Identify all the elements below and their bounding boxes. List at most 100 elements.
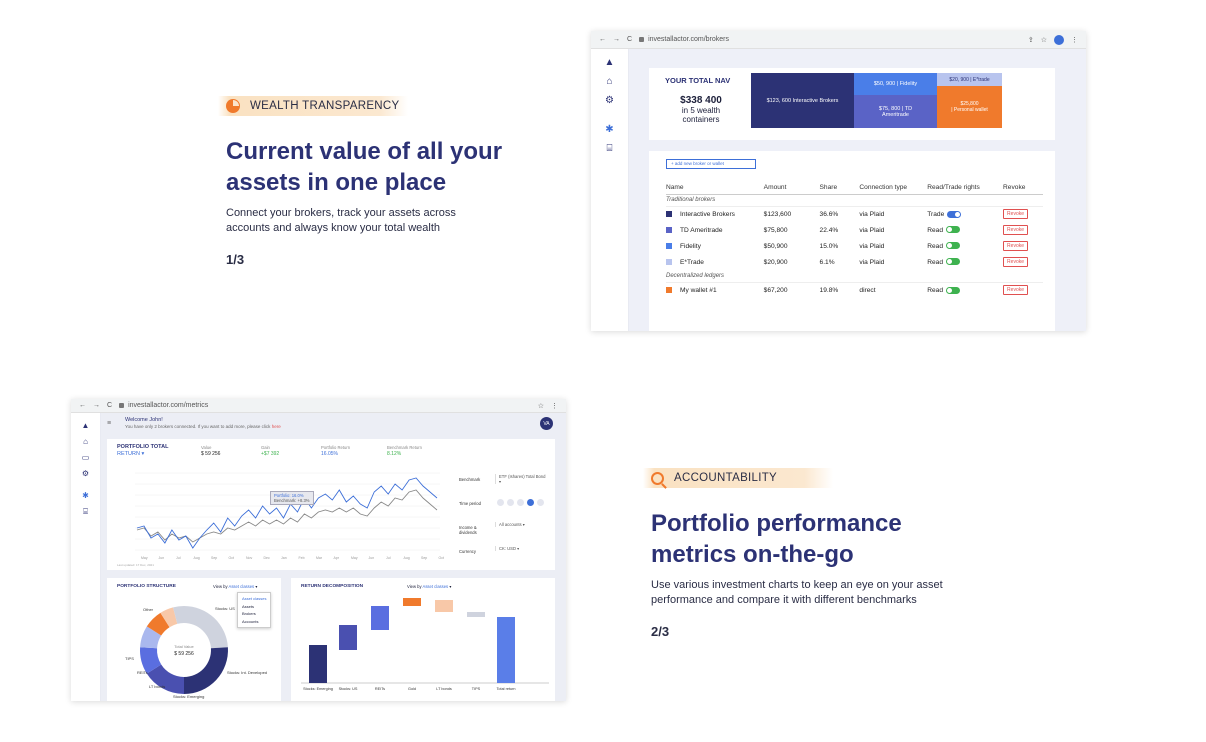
- chart-control[interactable]: Time period: [459, 497, 549, 511]
- chart-control[interactable]: Currency CK: USD ▾: [459, 545, 549, 559]
- settings-icon[interactable]: ⚙: [605, 95, 614, 106]
- nav-subtitle: in 5 wealth: [681, 106, 721, 115]
- revoke-cell: Revoke: [1003, 206, 1043, 222]
- performance-line-chart[interactable]: May Jun Jul Aug Sep Oct Nov Dec Jan Feb Mar Apr May J…: [115, 463, 445, 568]
- chart-control[interactable]: Income & dividends All accounts ▾: [459, 521, 549, 535]
- share-cell: 36.6%: [819, 210, 839, 218]
- logo-icon[interactable]: ▲: [82, 421, 90, 430]
- revoke-button[interactable]: Revoke: [1003, 209, 1028, 220]
- dropdown-value: RETURN: [117, 451, 140, 457]
- control-value: All accounts ▾: [495, 522, 547, 527]
- donut-segment: [184, 606, 228, 649]
- back-icon[interactable]: ←: [599, 36, 606, 43]
- section-row: Decentralized ledgers: [666, 270, 1043, 283]
- view-by-value: Asset classes: [228, 584, 255, 589]
- forward-icon[interactable]: →: [93, 402, 100, 409]
- return-dropdown[interactable]: RETURN ▾: [117, 451, 144, 457]
- treemap-interactive-brokers[interactable]: $123, 600 Interactive Brokers: [751, 73, 854, 128]
- section-label: Traditional brokers: [666, 194, 1043, 207]
- return-waterfall-chart[interactable]: Stocks: Emerging Stocks: US REITs Gold LT bo…: [291, 590, 555, 701]
- table-row[interactable]: Interactive Brokers $123,600 36.6% via Plai…: [666, 206, 1043, 222]
- kpi-item: Value $ 59 256: [201, 445, 220, 457]
- rights-toggle[interactable]: [946, 286, 961, 294]
- user-avatar[interactable]: VA: [540, 417, 553, 430]
- period-option[interactable]: [537, 499, 544, 506]
- revoke-button[interactable]: Revoke: [1003, 225, 1028, 235]
- address-bar[interactable]: investallactor.com/brokers: [639, 36, 1021, 43]
- table-row[interactable]: E*Trade $20,900 6.1% via Plaid Read Revoke: [666, 254, 1043, 270]
- table-row[interactable]: Fidelity $50,900 15.0% via Plaid Read Revoke: [666, 238, 1043, 254]
- period-option[interactable]: [527, 499, 534, 506]
- add-broker-button[interactable]: + add new broker or wallet: [666, 159, 756, 169]
- bank-icon[interactable]: ⌸: [607, 143, 613, 154]
- menu-icon[interactable]: ⋮: [1071, 36, 1078, 44]
- view-by[interactable]: View by Asset classes ▾: [407, 584, 451, 589]
- back-icon[interactable]: ←: [79, 402, 86, 409]
- structure-donut-chart[interactable]: Total Value $ 59 256 Other Stocks: US Stocks…: [107, 590, 281, 700]
- x-tick-label: Dec: [264, 556, 270, 560]
- pie-chart-icon: [226, 99, 240, 113]
- view-by[interactable]: View by Asset classes ▾: [213, 584, 257, 589]
- menu-icon[interactable]: ⋮: [551, 402, 558, 410]
- treemap-fidelity[interactable]: $50, 900 | Fidelity: [854, 73, 937, 95]
- revoke-button[interactable]: Revoke: [1003, 241, 1028, 251]
- kpi-label: Portfolio Return: [321, 445, 351, 450]
- tag-label: WEALTH TRANSPARENCY: [250, 100, 400, 112]
- treemap-etrade[interactable]: $20, 900 | E*trade: [937, 73, 1002, 86]
- asterisk-icon[interactable]: ✱: [82, 491, 89, 500]
- rights-label: Trade: [927, 210, 945, 218]
- treemap-td-ameritrade[interactable]: $75, 800 | TD Ameritrade: [854, 95, 937, 128]
- desc-line: Connect your brokers, track your assets …: [226, 207, 456, 219]
- period-option[interactable]: [507, 499, 514, 506]
- treemap-personal-wallet[interactable]: $25,800 | Personal wallet: [937, 86, 1002, 128]
- period-option[interactable]: [497, 499, 504, 506]
- bank-icon[interactable]: ⌸: [83, 507, 88, 517]
- revoke-button[interactable]: Revoke: [1003, 257, 1028, 267]
- x-tick-label: May: [141, 556, 148, 560]
- x-tick-label: TIPS: [472, 687, 481, 691]
- settings-icon[interactable]: ⚙: [82, 469, 89, 478]
- here-link[interactable]: here: [272, 424, 281, 429]
- star-icon[interactable]: ☆: [538, 402, 544, 410]
- star-icon[interactable]: ☆: [1041, 36, 1047, 44]
- profile-avatar[interactable]: [1054, 34, 1064, 45]
- reload-icon[interactable]: C: [627, 36, 632, 43]
- home-icon[interactable]: ⌂: [83, 437, 88, 446]
- period-option[interactable]: [517, 499, 524, 506]
- revoke-button[interactable]: Revoke: [1003, 285, 1028, 296]
- donut-label: Stocks: US: [215, 606, 235, 611]
- rights-toggle[interactable]: [946, 258, 961, 266]
- desc-line: accounts and always know your total weal…: [226, 222, 441, 234]
- browser-toolbar: ← → C investallactor.com/metrics ☆ ⋮: [71, 399, 566, 413]
- logo-icon[interactable]: ▲: [605, 57, 615, 68]
- share-icon[interactable]: ⇪: [1028, 36, 1034, 44]
- caret-down-icon: ▾: [449, 584, 452, 589]
- table-row[interactable]: My wallet #1 $67,200 19.8% direct Read Revoke: [666, 282, 1043, 298]
- asterisk-icon[interactable]: ✱: [605, 124, 613, 135]
- hamburger-icon[interactable]: ≡: [107, 420, 111, 427]
- address-bar[interactable]: investallactor.com/metrics: [119, 402, 531, 409]
- rights-cell: Trade: [927, 206, 1003, 222]
- amount-cell: $67,200: [763, 286, 788, 294]
- view-by-label: View by: [213, 584, 228, 589]
- caret-down-icon: ▾: [255, 584, 258, 589]
- rights-toggle[interactable]: [946, 242, 961, 250]
- nav-title: YOUR TOTAL NAV: [665, 76, 731, 85]
- wallet-icon[interactable]: ▭: [82, 453, 90, 462]
- x-tick-label: Oct: [229, 556, 234, 560]
- forward-icon[interactable]: →: [613, 36, 620, 43]
- magnifier-icon: [651, 471, 664, 485]
- rights-toggle[interactable]: [947, 210, 962, 218]
- x-tick-label: Sep: [211, 556, 217, 560]
- feature-title: Current value of all your assets in one …: [226, 136, 526, 198]
- table-row[interactable]: TD Ameritrade $75,800 22.4% via Plaid Read Re…: [666, 222, 1043, 238]
- connection-cell: via Plaid: [859, 210, 885, 218]
- feature-description: Use various investment charts to keep an…: [651, 578, 971, 608]
- broker-name: My wallet #1: [680, 286, 717, 294]
- home-icon[interactable]: ⌂: [606, 76, 612, 87]
- chart-control[interactable]: Benchmark ETF (Ishares) Total Bond ▾: [459, 473, 549, 487]
- rights-toggle[interactable]: [946, 226, 961, 234]
- revoke-cell: Revoke: [1003, 222, 1043, 238]
- reload-icon[interactable]: C: [107, 402, 112, 409]
- name-cell: Fidelity: [666, 238, 764, 254]
